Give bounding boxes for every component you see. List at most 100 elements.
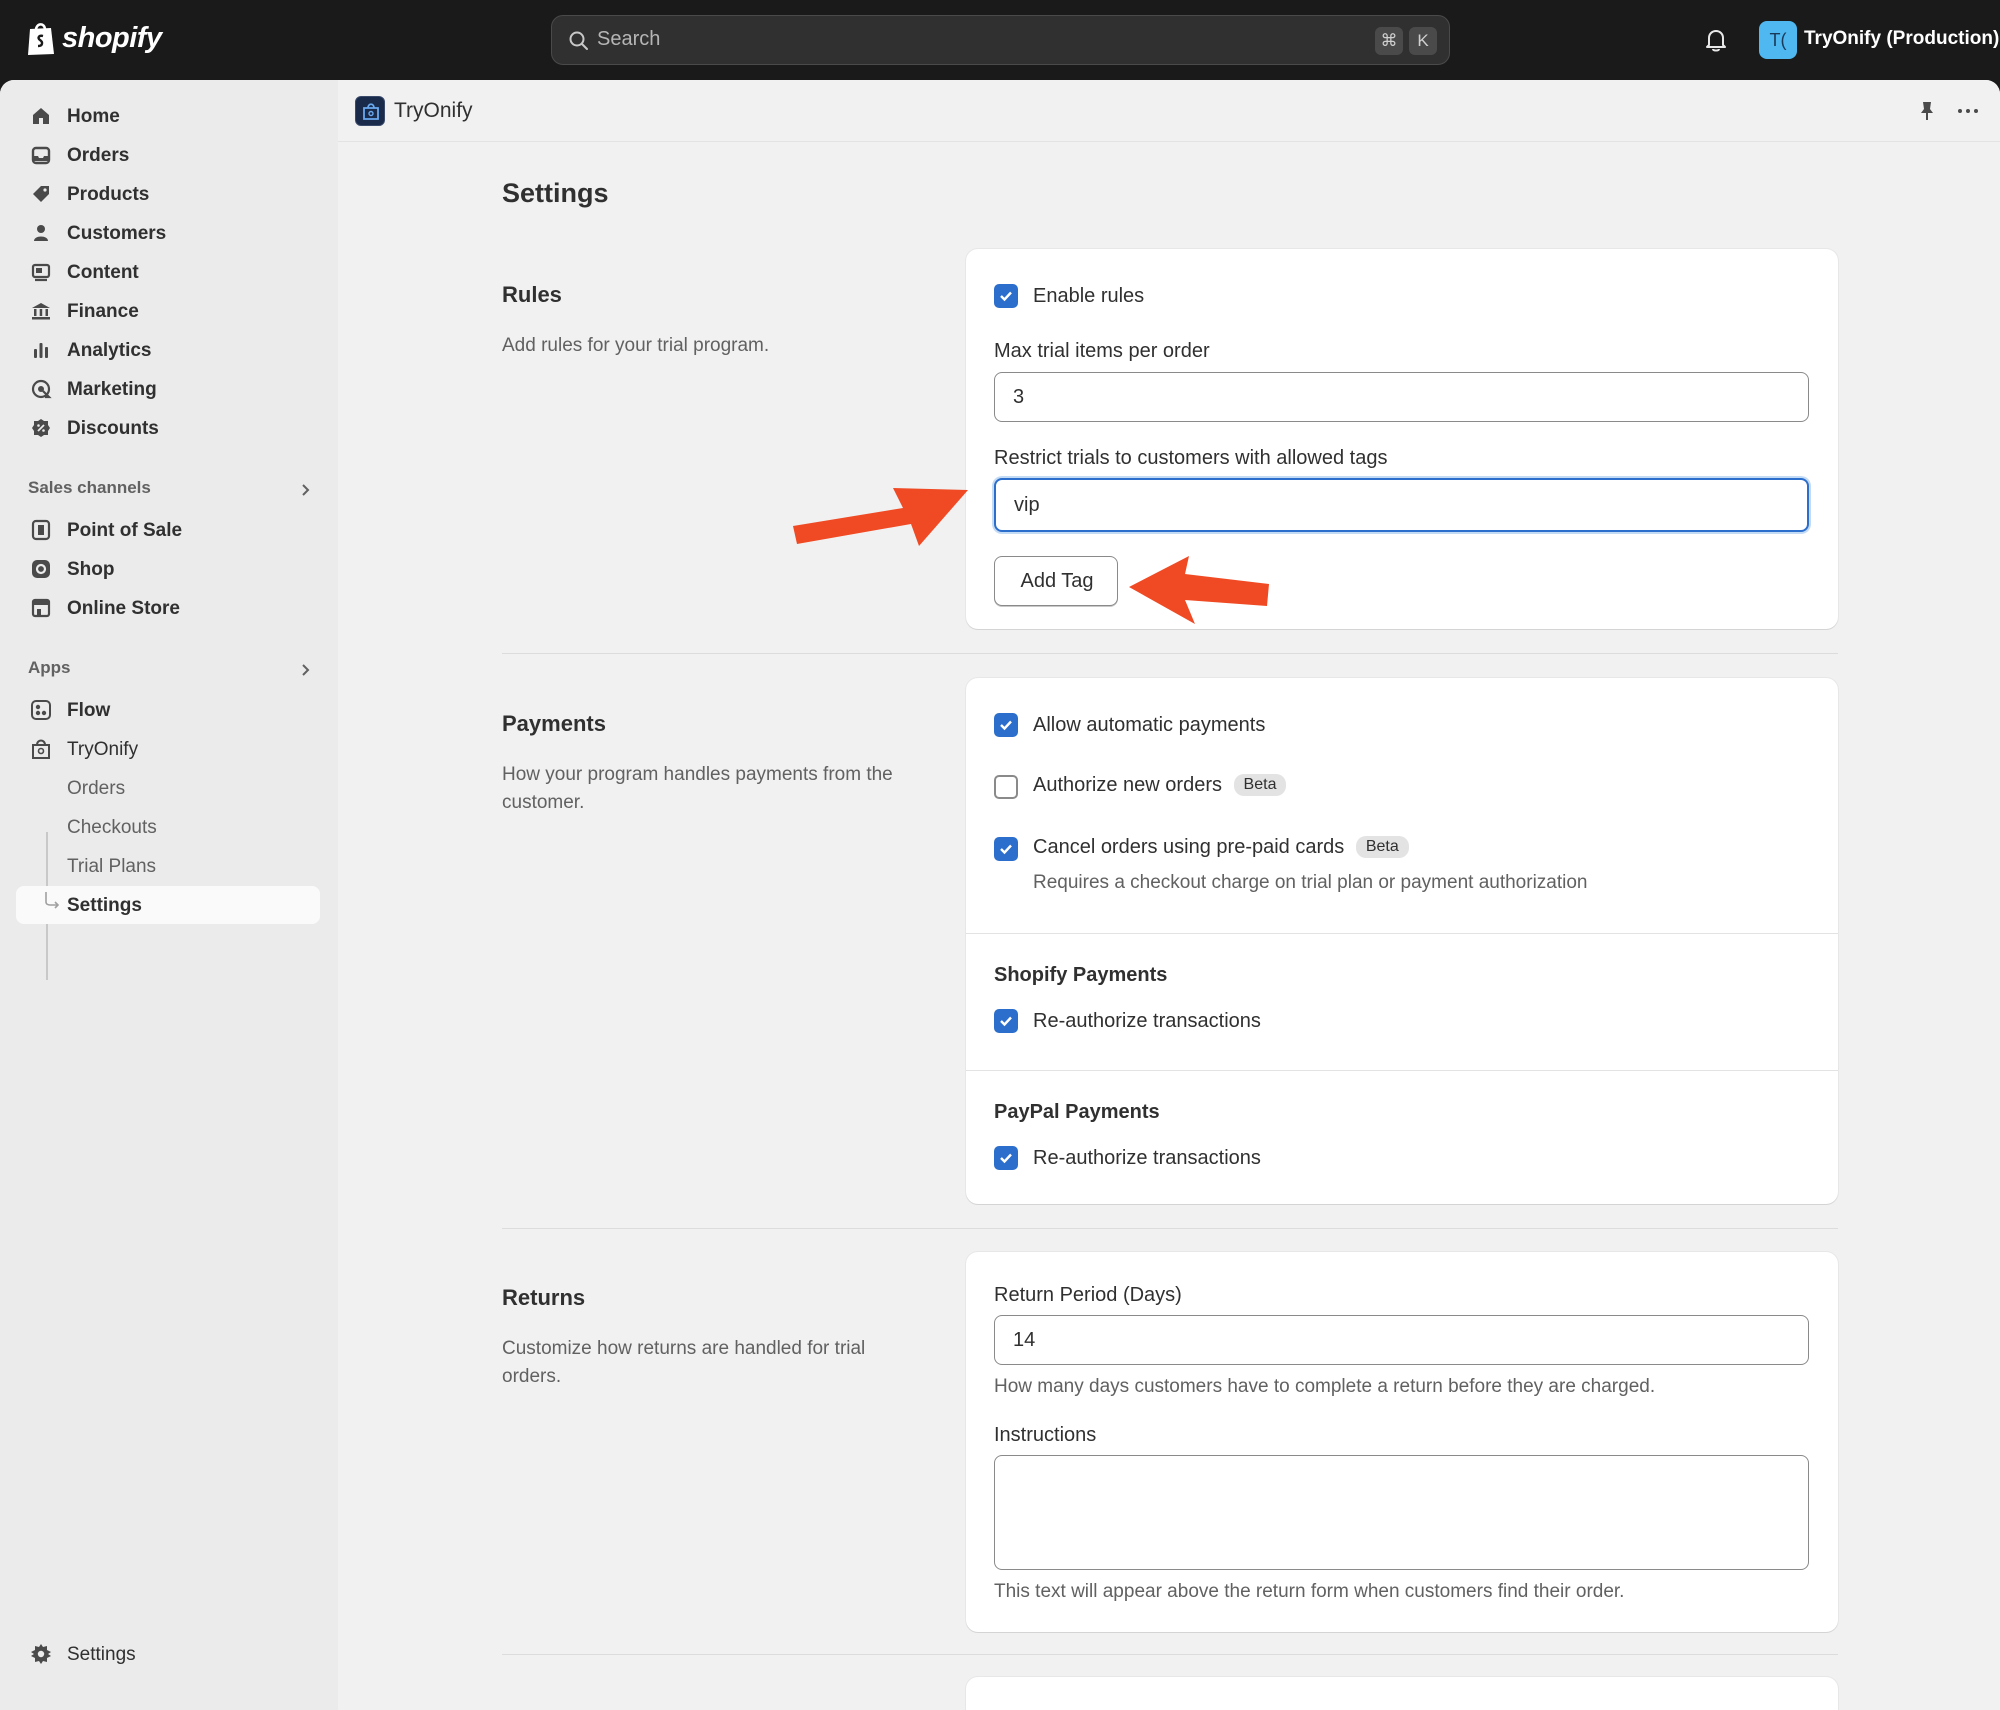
returns-section-description: Customize how returns are handled for tr… (502, 1338, 866, 1387)
sidebar: Home Orders Products Customers Content F… (0, 80, 338, 1710)
return-period-value: 14 (1013, 1329, 1036, 1351)
person-icon (34, 225, 48, 241)
page-header: TryOnify (338, 80, 2000, 142)
shop-icon (32, 560, 50, 578)
bag-icon (32, 739, 50, 759)
shopify-reauthorize-label: Re-authorize transactions (1033, 1010, 1261, 1032)
sidebar-item-label: Content (67, 262, 139, 283)
content-icon (31, 263, 51, 282)
apps-heading[interactable]: Apps (28, 658, 71, 678)
sales-channels-heading[interactable]: Sales channels (28, 478, 151, 498)
sidebar-item-analytics[interactable]: Analytics (16, 331, 320, 369)
paypal-reauthorize-checkbox[interactable] (994, 1146, 1018, 1170)
sidebar-item-label: Settings (67, 1644, 136, 1665)
main-content: Settings Rules Add rules for your trial … (338, 142, 2000, 1710)
allow-automatic-payments-checkbox[interactable] (994, 713, 1018, 737)
cancel-prepaid-orders-checkbox[interactable] (994, 837, 1018, 861)
max-items-label: Max trial items per order (994, 340, 1210, 362)
add-tag-button[interactable]: Add Tag (994, 556, 1118, 606)
search-input[interactable]: Search ⌘ K (551, 15, 1450, 65)
sidebar-subitem-settings[interactable]: Settings (16, 886, 320, 924)
sidebar-item-label: TryOnify (67, 739, 139, 760)
sidebar-subitem-orders[interactable]: Orders (16, 769, 320, 807)
sidebar-item-content[interactable]: Content (16, 253, 320, 291)
more-options-icon[interactable] (1955, 100, 1981, 122)
card-divider (966, 933, 1838, 934)
section-divider (502, 653, 1838, 654)
authorize-new-orders-row: Authorize new orders Beta (1033, 774, 1287, 797)
store-icon (31, 598, 51, 618)
sidebar-item-tryonify[interactable]: TryOnify (16, 730, 320, 768)
page-title: Settings (502, 178, 609, 208)
shopify-reauthorize-checkbox[interactable] (994, 1009, 1018, 1033)
paypal-reauthorize-label: Re-authorize transactions (1033, 1147, 1261, 1169)
rules-card: Enable rules Max trial items per order 3… (966, 249, 1838, 629)
shopify-wordmark: shopify (62, 21, 162, 54)
sidebar-item-label: Orders (67, 145, 130, 166)
paypal-payments-heading: PayPal Payments (994, 1101, 1160, 1123)
sidebar-item-shop[interactable]: Shop (16, 550, 320, 588)
sidebar-item-label: Marketing (67, 379, 157, 400)
cancel-prepaid-help-text: Requires a checkout charge on trial plan… (1033, 872, 1588, 893)
enable-rules-checkbox[interactable] (994, 284, 1018, 308)
return-period-help-text: How many days customers have to complete… (994, 1376, 1656, 1397)
sidebar-item-products[interactable]: Products (16, 175, 320, 213)
sidebar-item-label: Finance (67, 301, 139, 322)
authorize-new-orders-checkbox[interactable] (994, 775, 1018, 799)
card-divider (966, 1070, 1838, 1071)
return-period-input[interactable]: 14 (994, 1315, 1809, 1365)
sidebar-subitem-trial-plans[interactable]: Trial Plans (16, 847, 320, 885)
sidebar-item-point-of-sale[interactable]: Point of Sale (16, 511, 320, 549)
shopify-payments-heading: Shopify Payments (994, 964, 1168, 986)
bar-chart-icon (34, 343, 48, 358)
sidebar-item-discounts[interactable]: Discounts (16, 409, 320, 447)
sidebar-item-orders[interactable]: Orders (16, 136, 320, 174)
account-name[interactable]: TryOnify (Production) (1804, 28, 1999, 50)
payments-section-title: Payments (502, 711, 606, 736)
tryonify-app-icon (355, 96, 385, 126)
shopify-logo[interactable]: shopify (26, 20, 162, 56)
app-title: TryOnify (394, 99, 473, 122)
sidebar-item-marketing[interactable]: Marketing (16, 370, 320, 408)
return-period-label: Return Period (Days) (994, 1284, 1182, 1306)
chevron-right-icon[interactable] (298, 482, 314, 498)
top-bar: shopify Search ⌘ K T( TryOnify (Producti… (0, 0, 2000, 80)
sidebar-item-online-store[interactable]: Online Store (16, 589, 320, 627)
instructions-textarea[interactable] (994, 1455, 1809, 1570)
payments-section-description: How your program handles payments from t… (502, 764, 893, 813)
tag-icon (33, 186, 49, 202)
allowed-tags-label: Restrict trials to customers with allowe… (994, 447, 1388, 469)
sidebar-item-label: Home (67, 106, 120, 127)
sidebar-item-home[interactable]: Home (16, 97, 320, 135)
sidebar-item-label: Discounts (67, 418, 159, 439)
sidebar-item-customers[interactable]: Customers (16, 214, 320, 252)
sidebar-subitem-label: Checkouts (67, 817, 157, 838)
search-placeholder: Search (597, 28, 661, 50)
sidebar-item-flow[interactable]: Flow (16, 691, 320, 729)
section-divider (502, 1228, 1838, 1229)
instructions-help-text: This text will appear above the return f… (994, 1581, 1625, 1602)
avatar[interactable]: T( (1759, 21, 1797, 59)
sidebar-subitem-checkouts[interactable]: Checkouts (16, 808, 320, 846)
target-icon (31, 379, 52, 399)
annotation-arrow-icon (1129, 556, 1269, 624)
main-frame: Home Orders Products Customers Content F… (0, 80, 2000, 1710)
allowed-tags-input[interactable]: vip (994, 478, 1809, 532)
max-items-input[interactable]: 3 (994, 372, 1809, 422)
orders-icon (31, 146, 51, 165)
bell-icon[interactable] (1702, 26, 1730, 54)
sidebar-item-label: Analytics (67, 340, 152, 361)
cancel-prepaid-orders-row: Cancel orders using pre-paid cards Beta (1033, 836, 1409, 859)
max-items-value: 3 (1013, 386, 1025, 408)
instructions-label: Instructions (994, 1424, 1097, 1446)
tree-branch-icon (45, 892, 60, 909)
sidebar-subitem-label: Settings (67, 895, 142, 916)
home-icon (33, 108, 49, 124)
sidebar-item-settings[interactable]: Settings (16, 1635, 320, 1673)
sidebar-subitem-label: Trial Plans (67, 856, 157, 877)
shopify-bag-icon (28, 23, 54, 55)
rules-section-description: Add rules for your trial program. (502, 335, 770, 356)
pin-icon[interactable] (1916, 100, 1938, 122)
sidebar-item-finance[interactable]: Finance (16, 292, 320, 330)
chevron-right-icon[interactable] (298, 662, 314, 678)
